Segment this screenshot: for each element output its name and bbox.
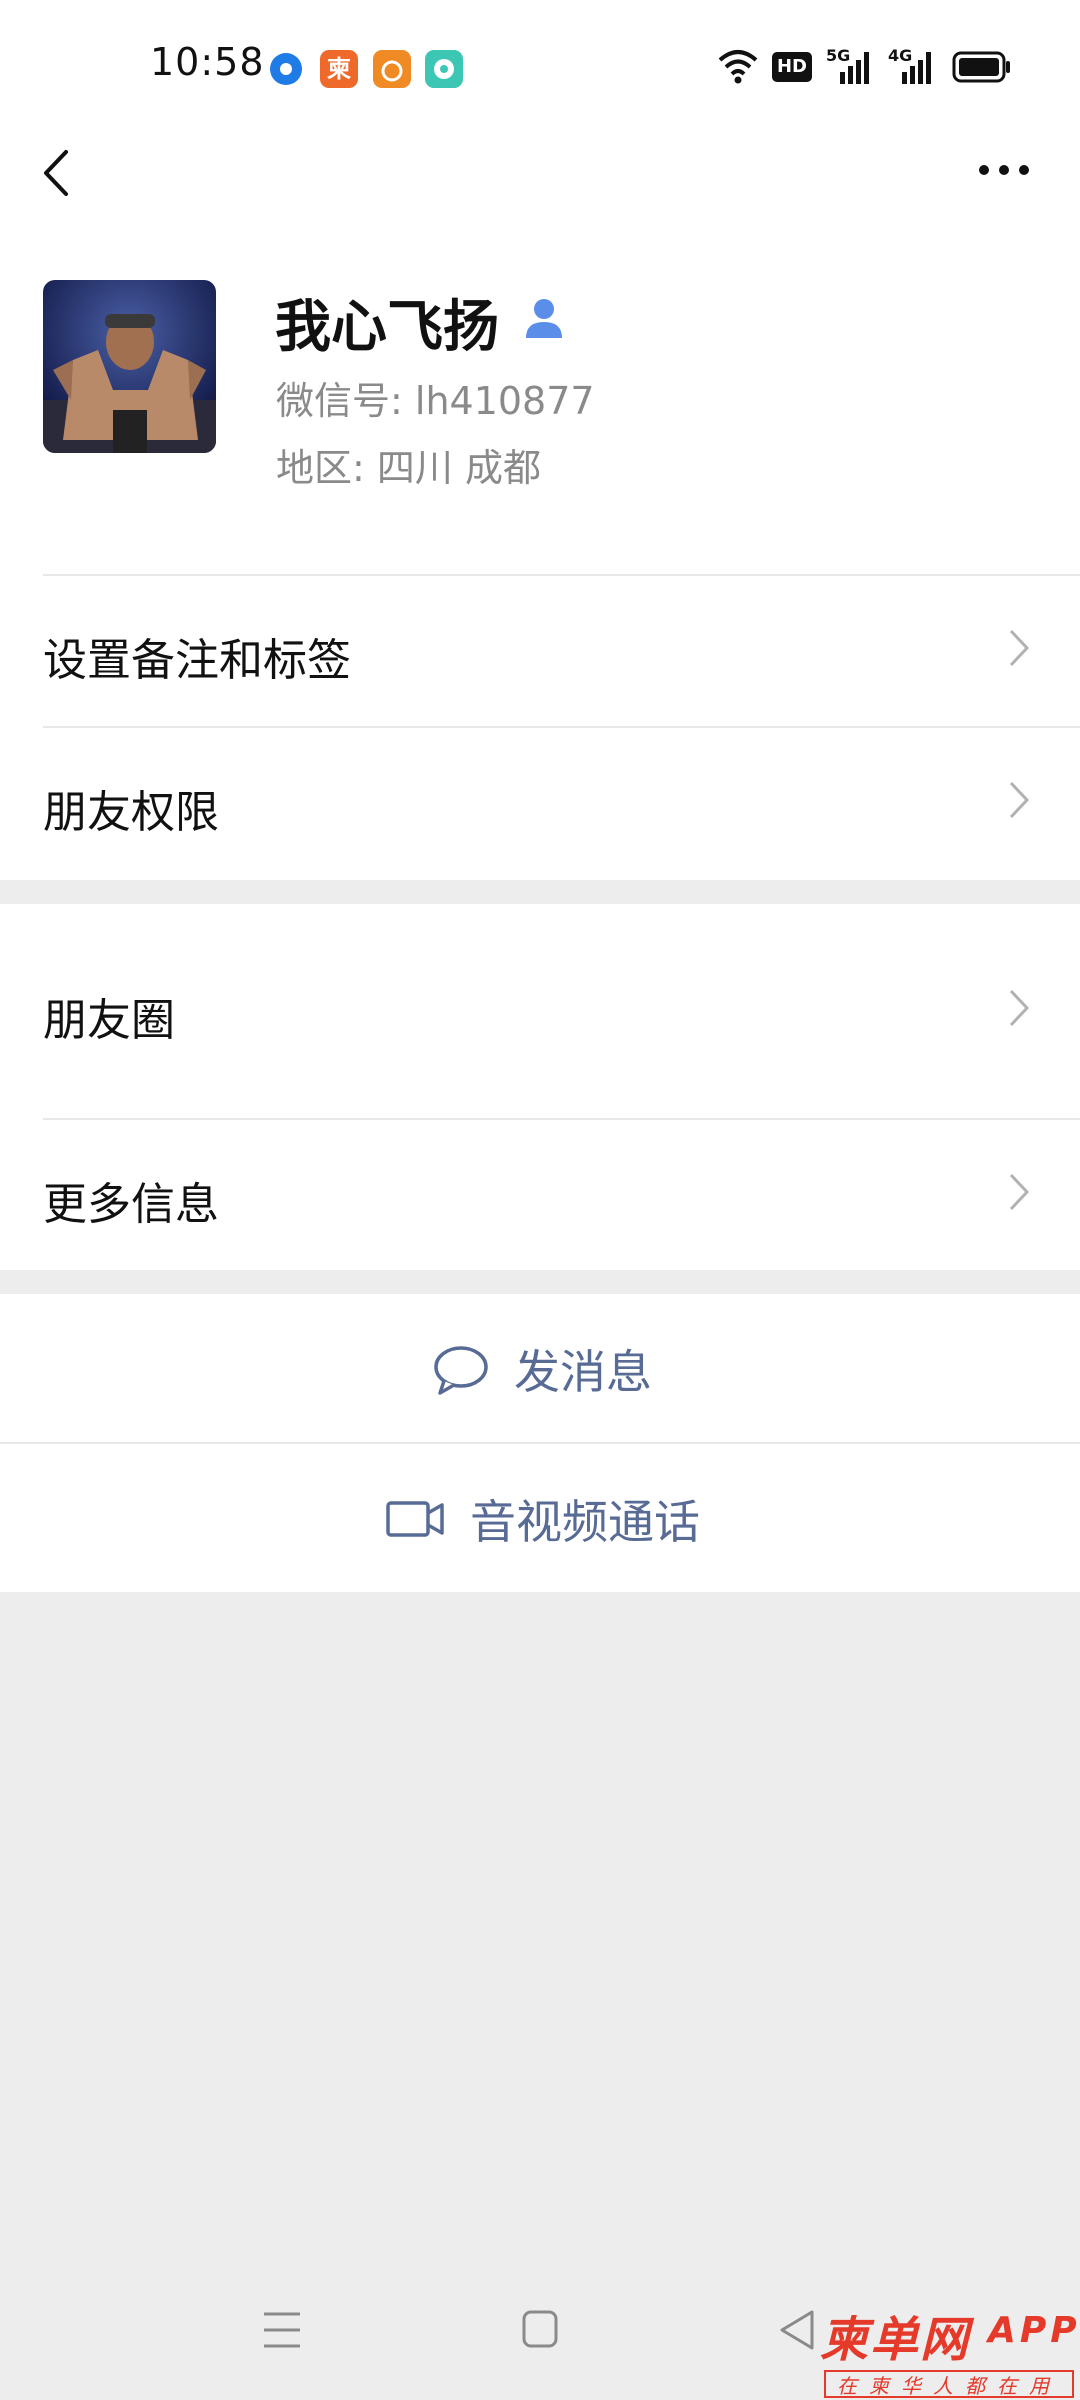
more-dots-icon[interactable] — [978, 160, 1030, 180]
uc-browser-icon — [373, 50, 411, 88]
battery-icon — [952, 51, 1010, 83]
notification-app-icon: 柬 — [320, 50, 358, 88]
remark-and-tags-label: 设置备注和标签 — [43, 635, 351, 686]
moments-label: 朋友圈 — [43, 995, 175, 1046]
4g-label: 4G — [888, 46, 913, 65]
friend-permissions-label: 朋友权限 — [43, 787, 219, 838]
avatar[interactable] — [43, 280, 216, 453]
contact-person-icon — [526, 299, 562, 338]
status-bar: 10:58 柬 HD 5G 4G — [0, 0, 1080, 130]
chevron-right-icon — [1009, 629, 1030, 667]
status-time: 10:58 — [150, 40, 265, 84]
send-message-label: 发消息 — [514, 1345, 652, 1399]
watermark-logo: 柬单网 APP 在柬华人都在用 — [820, 2300, 1080, 2400]
music-app-icon — [425, 50, 463, 88]
home-square-icon[interactable] — [520, 2300, 560, 2360]
hd-icon: HD — [772, 52, 812, 82]
chevron-right-icon — [1009, 989, 1030, 1027]
watermark-slogan: 在柬华人都在用 — [824, 2370, 1074, 2398]
notification-app-icon — [270, 53, 302, 85]
video-camera-icon — [386, 1501, 444, 1537]
more-info-label: 更多信息 — [43, 1179, 219, 1230]
profile-name: 我心飞扬 — [275, 295, 499, 360]
back-chevron-icon[interactable] — [38, 148, 78, 198]
avatar-image — [43, 280, 216, 453]
chevron-right-icon — [1009, 781, 1030, 819]
friend-permissions-row[interactable]: 朋友权限 — [0, 728, 1080, 878]
video-call-label: 音视频通话 — [470, 1495, 700, 1549]
chevron-right-icon — [1009, 1173, 1030, 1211]
region: 地区: 四川 成都 — [276, 446, 541, 490]
watermark-app: APP — [988, 2310, 1080, 2351]
wechat-id: 微信号: lh410877 — [276, 379, 595, 423]
menu-icon[interactable] — [262, 2300, 302, 2360]
moments-row[interactable]: 朋友圈 — [0, 904, 1080, 1118]
remark-and-tags-row[interactable]: 设置备注和标签 — [0, 576, 1080, 726]
back-triangle-icon[interactable] — [778, 2300, 818, 2360]
wifi-icon — [718, 50, 758, 84]
more-info-row[interactable]: 更多信息 — [0, 1120, 1080, 1270]
chat-bubble-icon — [434, 1346, 488, 1395]
video-call-button[interactable]: 音视频通话 — [0, 1444, 1080, 1594]
5g-label: 5G — [826, 46, 851, 65]
hd-label: HD — [776, 56, 807, 77]
watermark-title: 柬单网 — [820, 2312, 971, 2368]
send-message-button[interactable]: 发消息 — [0, 1294, 1080, 1444]
